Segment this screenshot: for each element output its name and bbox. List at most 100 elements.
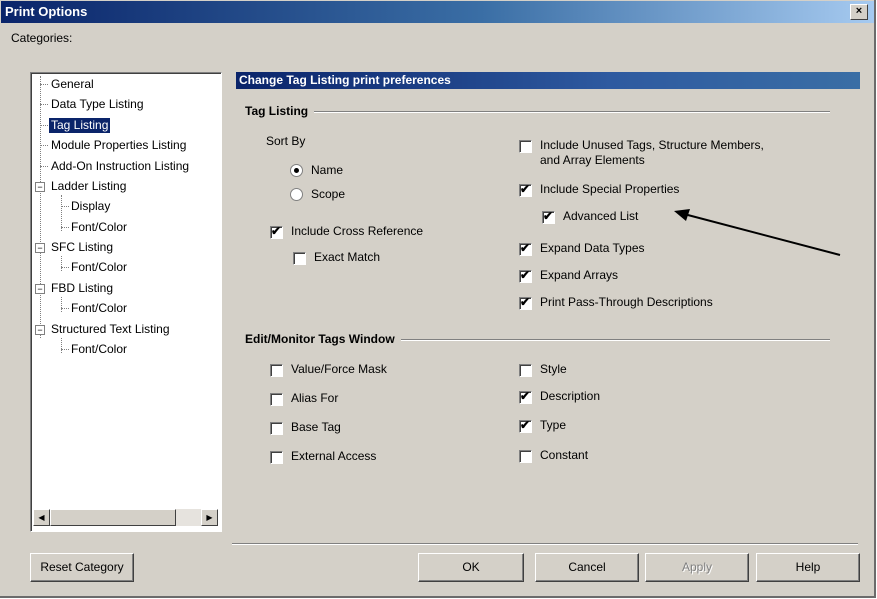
type-checkbox[interactable]: ✔ (519, 418, 532, 433)
expand-data-types-checkbox[interactable]: ✔ (519, 241, 532, 256)
apply-button[interactable]: Apply (645, 553, 749, 582)
exact-match-label: Exact Match (314, 250, 381, 264)
tree-item-ladder-listing[interactable]: Ladder Listing (51, 179, 126, 194)
tag-listing-group-title: Tag Listing (245, 104, 315, 118)
tree-item-st-font-color[interactable]: Font/Color (71, 342, 127, 357)
collapse-toggle-icon[interactable]: − (35, 284, 45, 294)
constant-checkbox[interactable] (519, 450, 532, 463)
advanced-list-label: Advanced List (563, 209, 639, 223)
print-pass-through-checkbox[interactable]: ✔ (519, 295, 532, 310)
categories-label: Categories: (11, 31, 73, 45)
tree-connector (61, 256, 62, 271)
tree-connector (61, 206, 69, 207)
scroll-thumb[interactable] (50, 509, 176, 526)
check-mark-icon: ✔ (271, 224, 282, 238)
tree-connector (61, 349, 69, 350)
tree-connector (61, 195, 62, 231)
annotation-arrow-icon (674, 209, 841, 256)
tree-connector (40, 125, 48, 126)
alias-for-label: Alias For (291, 391, 339, 405)
close-button[interactable]: × (850, 4, 868, 20)
style-label: Style (540, 362, 567, 376)
check-mark-icon: ✔ (520, 182, 531, 196)
help-button[interactable]: Help (756, 553, 860, 582)
tree-item-structured-text-listing[interactable]: Structured Text Listing (51, 322, 170, 337)
sort-by-label: Sort By (266, 134, 306, 148)
tree-item-add-on-instruction-listing[interactable]: Add-On Instruction Listing (51, 159, 189, 174)
sort-name-label: Name (311, 163, 344, 177)
tree-item-ladder-display[interactable]: Display (71, 199, 110, 214)
tree-connector (61, 308, 69, 309)
base-tag-label: Base Tag (291, 420, 341, 434)
exact-match-checkbox[interactable] (293, 252, 306, 265)
scroll-right-icon[interactable]: ▶ (201, 509, 218, 526)
tree-horizontal-scrollbar[interactable]: ◀ ▶ (33, 509, 218, 526)
value-force-mask-label: Value/Force Mask (291, 362, 387, 376)
alias-for-checkbox[interactable] (270, 393, 283, 406)
check-mark-icon: ✔ (520, 418, 531, 432)
print-pass-through-label: Print Pass-Through Descriptions (540, 295, 713, 309)
tree-connector (61, 338, 62, 353)
tree-item-fbd-listing[interactable]: FBD Listing (51, 281, 113, 296)
expand-arrays-label: Expand Arrays (540, 268, 619, 282)
title-bar[interactable]: Print Options × (1, 1, 874, 23)
description-checkbox[interactable]: ✔ (519, 389, 532, 404)
panel-header: Change Tag Listing print preferences (236, 72, 860, 89)
window-title: Print Options (5, 4, 88, 19)
style-checkbox[interactable] (519, 364, 532, 377)
include-special-properties-checkbox[interactable]: ✔ (519, 182, 532, 197)
tree-connector (40, 76, 41, 338)
type-label: Type (540, 418, 567, 432)
tree-item-module-properties-listing[interactable]: Module Properties Listing (51, 138, 186, 153)
tree-connector (61, 267, 69, 268)
external-access-checkbox[interactable] (270, 451, 283, 464)
include-cross-reference-label: Include Cross Reference (291, 224, 424, 238)
panel-header-text: Change Tag Listing print preferences (239, 73, 451, 87)
external-access-label: External Access (291, 449, 377, 463)
collapse-toggle-icon[interactable]: − (35, 182, 45, 192)
include-unused-checkbox[interactable] (519, 140, 532, 153)
ok-button[interactable]: OK (418, 553, 524, 582)
check-mark-icon: ✔ (520, 295, 531, 309)
group-divider (245, 111, 830, 113)
expand-arrays-checkbox[interactable]: ✔ (519, 268, 532, 283)
tree-item-general[interactable]: General (51, 77, 94, 92)
sort-scope-radio[interactable] (290, 188, 303, 201)
include-special-properties-label: Include Special Properties (540, 182, 680, 196)
tree-connector (40, 145, 48, 146)
check-mark-icon: ✔ (520, 268, 531, 282)
tree-item-sfc-font-color[interactable]: Font/Color (71, 260, 127, 275)
base-tag-checkbox[interactable] (270, 422, 283, 435)
sort-scope-label: Scope (311, 187, 346, 201)
include-cross-reference-checkbox[interactable]: ✔ (270, 224, 283, 239)
tree-item-sfc-listing[interactable]: SFC Listing (51, 240, 113, 255)
include-unused-label-line1: Include Unused Tags, Structure Members, (540, 138, 764, 152)
check-mark-icon: ✔ (543, 209, 554, 223)
reset-category-button[interactable]: Reset Category (30, 553, 134, 582)
scroll-left-icon[interactable]: ◀ (33, 509, 50, 526)
collapse-toggle-icon[interactable]: − (35, 243, 45, 253)
print-options-dialog: Print Options × Categories: − − − − Gene… (0, 0, 876, 598)
tree-item-ladder-font-color[interactable]: Font/Color (71, 220, 127, 235)
value-force-mask-checkbox[interactable] (270, 364, 283, 377)
check-mark-icon: ✔ (520, 241, 531, 255)
cancel-button[interactable]: Cancel (535, 553, 639, 582)
tree-connector (40, 84, 48, 85)
description-label: Description (540, 389, 601, 403)
tree-connector (61, 227, 69, 228)
collapse-toggle-icon[interactable]: − (35, 325, 45, 335)
tree-connector (40, 166, 48, 167)
constant-label: Constant (540, 448, 589, 462)
include-unused-label-line2: and Array Elements (540, 153, 645, 167)
tree-connector (61, 297, 62, 312)
sort-name-radio[interactable] (290, 164, 303, 177)
tree-item-fbd-font-color[interactable]: Font/Color (71, 301, 127, 316)
edit-monitor-group-title: Edit/Monitor Tags Window (245, 332, 401, 346)
tree-connector (40, 104, 48, 105)
tree-item-data-type-listing[interactable]: Data Type Listing (51, 97, 144, 112)
bottom-separator (232, 543, 858, 545)
check-mark-icon: ✔ (520, 389, 531, 403)
advanced-list-checkbox[interactable]: ✔ (542, 209, 555, 224)
tree-item-tag-listing[interactable]: Tag Listing (49, 118, 111, 133)
category-tree[interactable]: − − − − General Data Type Listing Tag Li… (30, 72, 222, 532)
